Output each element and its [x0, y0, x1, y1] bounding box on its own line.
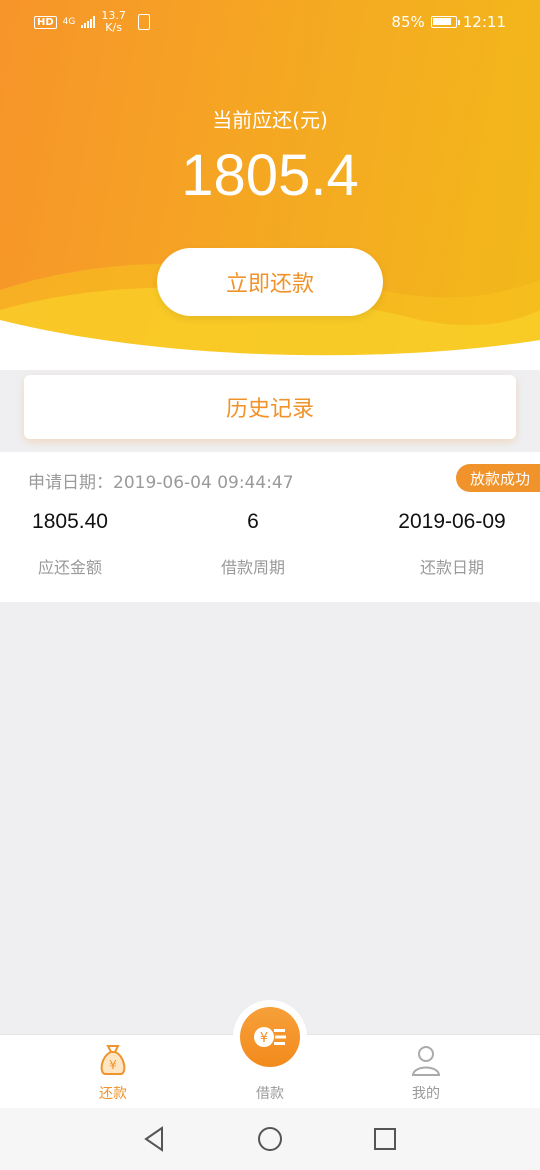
- back-triangle-icon[interactable]: [140, 1124, 170, 1154]
- user-icon: [411, 1046, 441, 1076]
- recents-square-icon[interactable]: [370, 1124, 400, 1154]
- header-banner: HD 4G 13.7 K/s 85% 12:11 当前应还(元) 1805.4 …: [0, 0, 540, 370]
- apply-date: 申请日期：2019-06-04 09:44:47: [28, 468, 294, 493]
- svg-text:¥: ¥: [109, 1058, 117, 1072]
- due-date-column: 2019-06-09 还款日期: [362, 510, 540, 578]
- signal-icon: [81, 16, 96, 28]
- loan-record[interactable]: 申请日期：2019-06-04 09:44:47 放款成功 1805.40 应还…: [0, 452, 540, 602]
- hd-badge: HD: [34, 15, 57, 29]
- apply-label: 申请日期：: [28, 473, 113, 493]
- apply-datetime: 2019-06-04 09:44:47: [113, 473, 294, 493]
- battery-percent: 85%: [391, 13, 425, 31]
- amount-label: 应还金额: [37, 558, 102, 577]
- period-column: 6 借款周期: [163, 510, 343, 578]
- network-speed: 13.7 K/s: [101, 10, 126, 34]
- period-value: 6: [247, 510, 259, 533]
- speed-unit: K/s: [105, 21, 122, 34]
- borrow-button-core: ¥: [240, 1007, 300, 1067]
- due-date-label: 还款日期: [419, 558, 484, 577]
- tab-repay-label: 还款: [99, 1086, 127, 1102]
- history-records-button[interactable]: 历史记录: [24, 375, 516, 439]
- network-type: 4G: [62, 16, 76, 27]
- coin-stack-icon: ¥: [254, 1027, 286, 1047]
- borrow-center-button[interactable]: ¥: [233, 1000, 307, 1074]
- clock: 12:11: [462, 13, 506, 31]
- repay-now-button[interactable]: 立即还款: [157, 248, 383, 316]
- svg-text:¥: ¥: [260, 1031, 268, 1046]
- tab-borrow-label: 借款: [256, 1086, 284, 1102]
- system-nav-bar: [0, 1108, 540, 1170]
- amount-value: 1805.40: [32, 510, 108, 533]
- tab-mine[interactable]: 我的: [366, 1035, 486, 1109]
- home-circle-icon[interactable]: [255, 1124, 285, 1154]
- vibrate-icon: [137, 14, 150, 30]
- money-bag-icon: ¥: [100, 1045, 126, 1075]
- due-date-value: 2019-06-09: [398, 510, 506, 533]
- tab-repay[interactable]: ¥ 还款: [53, 1035, 173, 1109]
- status-bar: HD 4G 13.7 K/s 85% 12:11: [0, 0, 540, 46]
- status-badge: 放款成功: [455, 464, 540, 492]
- battery-icon: [430, 16, 460, 28]
- amount-column: 1805.40 应还金额: [0, 510, 160, 578]
- due-label: 当前应还(元): [212, 108, 328, 132]
- due-amount: 1805.4: [181, 143, 359, 208]
- tab-mine-label: 我的: [412, 1086, 440, 1102]
- period-label: 借款周期: [220, 558, 285, 577]
